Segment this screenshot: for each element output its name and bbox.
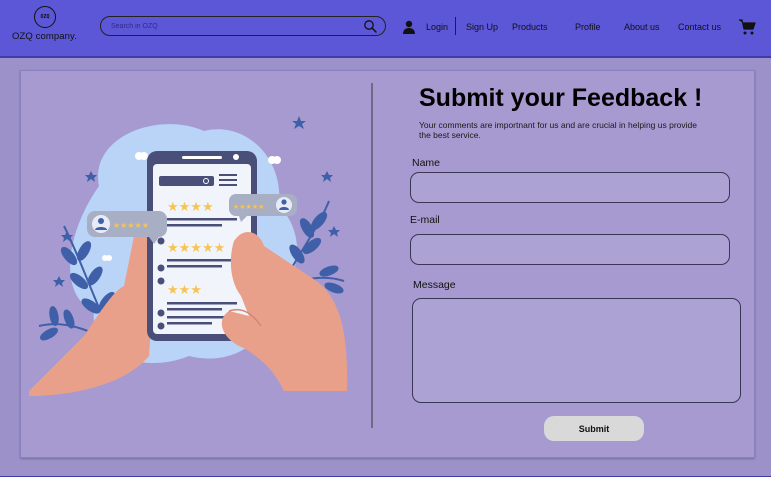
svg-text:★★★★★: ★★★★★ (113, 221, 149, 230)
login-link[interactable]: Login (402, 19, 448, 35)
products-link[interactable]: Products (512, 22, 548, 32)
message-label: Message (413, 279, 456, 291)
svg-text:★★★★★: ★★★★★ (233, 203, 264, 211)
user-icon (403, 20, 415, 34)
about-link[interactable]: About us (624, 22, 660, 32)
form-subtitle: Your comments are importnant for us and … (419, 120, 697, 140)
login-label: Login (426, 22, 449, 32)
profile-link[interactable]: Profile (575, 22, 601, 32)
name-label: Name (412, 157, 441, 169)
feedback-panel: ★★★★ ★★★★★ ★★★ ★★★★★ ★★★★★ Submit your F… (20, 70, 755, 458)
cart-icon[interactable] (738, 18, 756, 36)
signup-link[interactable]: Sign Up (466, 22, 498, 32)
search-input[interactable] (111, 20, 351, 33)
vertical-separator (371, 83, 373, 428)
top-header: OZQ OZQ company. Login Sign Up Products … (0, 0, 771, 58)
contact-link[interactable]: Contact us (678, 22, 721, 32)
submit-button[interactable]: Submit (544, 416, 644, 441)
svg-text:★★★★★: ★★★★★ (167, 241, 225, 256)
company-logo[interactable]: OZQ OZQ company. (12, 6, 78, 46)
message-field[interactable] (412, 298, 741, 403)
feedback-illustration: ★★★★ ★★★★★ ★★★ ★★★★★ ★★★★★ (29, 116, 348, 396)
svg-text:★★★★: ★★★★ (167, 200, 214, 215)
form-title: Submit your Feedback ! (419, 84, 703, 112)
company-name: OZQ company. (12, 31, 77, 42)
svg-text:★★★: ★★★ (167, 283, 202, 298)
name-field[interactable] (410, 172, 730, 203)
nav-divider (455, 17, 456, 35)
email-field[interactable] (410, 234, 730, 265)
email-label: E-mail (410, 214, 440, 226)
logo-mark-text: OZQ (40, 13, 50, 20)
logo-mark: OZQ (34, 6, 56, 28)
search-icon[interactable] (363, 19, 377, 33)
search-bar (100, 16, 386, 36)
